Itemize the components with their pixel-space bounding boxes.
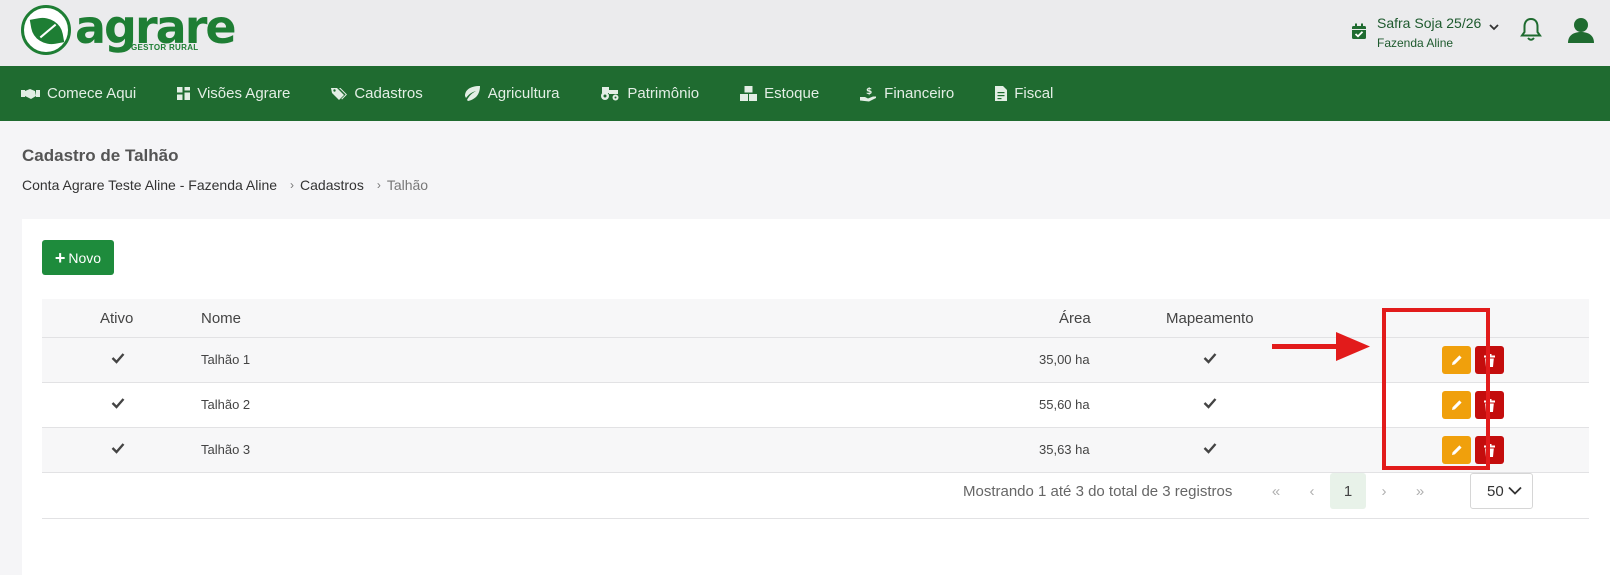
season-selector[interactable]: Safra Soja 25/26 Fazenda Aline: [1351, 15, 1499, 50]
nav-item-cadastros[interactable]: Cadastros: [331, 85, 423, 102]
dashboard-icon: [177, 87, 191, 100]
calendar-check-icon: [1352, 23, 1366, 39]
top-header: agrare GESTOR RURAL Safra Soja 25/26 Faz…: [0, 0, 1610, 66]
main-nav: Comece Aqui Visões Agrare Cadastros Agri…: [0, 66, 1610, 121]
column-header-ativo[interactable]: Ativo: [100, 299, 133, 338]
per-page-value: 50: [1487, 482, 1504, 500]
chevron-down-icon: [1508, 486, 1522, 495]
leaf-icon: [464, 86, 480, 101]
chevron-right-icon: ›: [290, 178, 295, 192]
nav-label: Patrimônio: [627, 85, 700, 102]
nav-item-fiscal[interactable]: Fiscal: [995, 85, 1053, 102]
plus-icon: +: [54, 247, 66, 268]
column-header-mapeamento[interactable]: Mapeamento: [1166, 299, 1254, 338]
column-header-area[interactable]: Área: [1059, 299, 1091, 338]
check-icon: [1203, 353, 1217, 364]
nav-label: Cadastros: [354, 85, 423, 102]
nav-label: Visões Agrare: [197, 85, 291, 102]
cell-nome: Talhão 2: [201, 397, 251, 412]
chevron-down-icon: [1489, 24, 1499, 31]
invoice-icon: [995, 86, 1008, 101]
nav-item-estoque[interactable]: Estoque: [740, 85, 819, 102]
nav-label: Agricultura: [487, 85, 560, 102]
prev-page-button[interactable]: ‹: [1294, 473, 1330, 509]
breadcrumb: Conta Agrare Teste Aline - Fazenda Aline…: [22, 177, 428, 193]
nav-label: Estoque: [764, 85, 820, 102]
last-page-button[interactable]: »: [1402, 473, 1438, 509]
cell-area: 35,63 ha: [1039, 442, 1090, 457]
breadcrumb-current: Talhão: [386, 177, 429, 193]
check-icon: [1203, 398, 1217, 409]
per-page-select[interactable]: 50: [1470, 473, 1533, 509]
breadcrumb-item[interactable]: Conta Agrare Teste Aline - Fazenda Aline: [22, 177, 277, 193]
nav-item-visoes-agrare[interactable]: Visões Agrare: [177, 85, 290, 102]
breadcrumb-item[interactable]: Cadastros: [300, 177, 364, 193]
handshake-icon: [21, 88, 40, 99]
nav-item-agricultura[interactable]: Agricultura: [464, 85, 560, 102]
next-page-button[interactable]: ›: [1366, 473, 1402, 509]
pagination: « ‹ 1 › »: [1258, 473, 1438, 509]
nav-label: Financeiro: [884, 85, 955, 102]
agrare-logo[interactable]: agrare GESTOR RURAL: [21, 4, 237, 61]
first-page-button[interactable]: «: [1258, 473, 1294, 509]
user-icon[interactable]: [1567, 16, 1595, 44]
logo-subtitle: GESTOR RURAL: [131, 43, 199, 52]
plots-table: Ativo Nome Área Mapeamento Talhão 1 35,0…: [42, 299, 1589, 473]
table-row: Talhão 2 55,60 ha: [42, 383, 1589, 428]
page-button-current[interactable]: 1: [1330, 473, 1366, 509]
nav-item-comece-aqui[interactable]: Comece Aqui: [21, 85, 136, 102]
bell-icon[interactable]: [1520, 17, 1542, 42]
divider: [42, 518, 1589, 519]
content-card: + Novo Ativo Nome Área Mapeamento Talhão…: [22, 219, 1610, 575]
cell-area: 55,60 ha: [1039, 397, 1090, 412]
svg-text:$: $: [866, 87, 872, 97]
new-button[interactable]: + Novo: [42, 240, 114, 275]
check-icon: [111, 443, 125, 454]
nav-label: Fiscal: [1014, 85, 1054, 102]
column-header-nome[interactable]: Nome: [201, 299, 241, 338]
nav-item-financeiro[interactable]: $ Financeiro: [860, 85, 954, 102]
page-title: Cadastro de Talhão: [22, 146, 179, 165]
check-icon: [111, 398, 125, 409]
check-icon: [111, 353, 125, 364]
season-name: Safra Soja 25/26: [1377, 15, 1482, 31]
nav-item-patrimonio[interactable]: Patrimônio: [600, 85, 699, 102]
check-icon: [1203, 443, 1217, 454]
cell-nome: Talhão 3: [201, 442, 251, 457]
tags-icon: [331, 87, 348, 100]
cell-nome: Talhão 1: [201, 352, 251, 367]
annotation-highlight-box: [1382, 308, 1490, 470]
annotation-arrow-icon: [1272, 332, 1370, 361]
chevron-right-icon: ›: [376, 178, 381, 192]
boxes-icon: [740, 86, 758, 101]
table-row: Talhão 3 35,63 ha: [42, 428, 1589, 473]
tractor-icon: [601, 87, 619, 101]
hand-dollar-icon: $: [860, 87, 877, 101]
pagination-info: Mostrando 1 até 3 do total de 3 registro…: [963, 483, 1233, 500]
nav-label: Comece Aqui: [47, 85, 137, 102]
farm-name: Fazenda Aline: [1377, 36, 1454, 50]
cell-area: 35,00 ha: [1039, 352, 1090, 367]
leaf-logo-icon: [21, 5, 71, 55]
new-button-label: Novo: [68, 249, 102, 266]
